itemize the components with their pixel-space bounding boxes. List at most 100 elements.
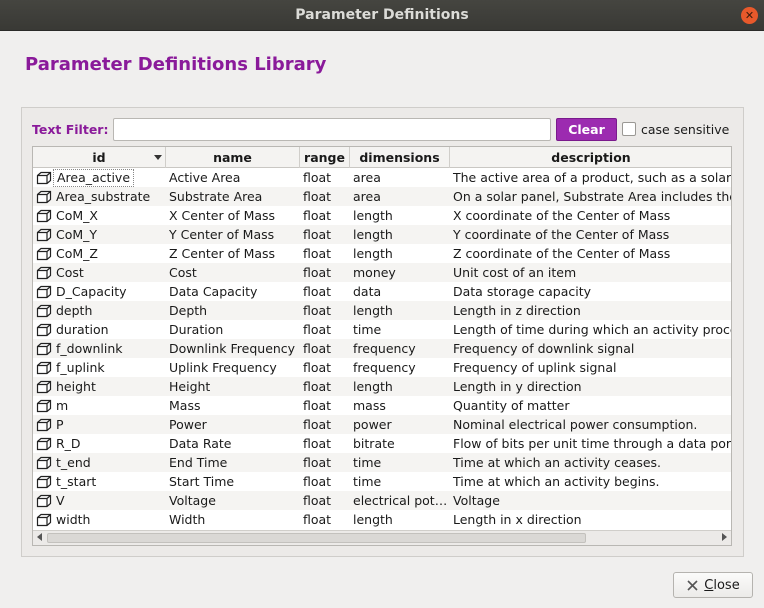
cell-description[interactable]: Length in y direction — [450, 377, 731, 396]
table-row[interactable]: m Mass float mass Quantity of matter — [33, 396, 731, 415]
cell-description[interactable]: X coordinate of the Center of Mass — [450, 206, 731, 225]
table-row[interactable]: depth Depth float length Length in z directi… — [33, 301, 731, 320]
cell-id[interactable]: P — [33, 415, 166, 434]
cell-range[interactable]: float — [300, 377, 350, 396]
column-header-range[interactable]: range — [300, 147, 350, 168]
parameter-table[interactable]: id name range dimensions description Are… — [32, 146, 732, 546]
table-row[interactable]: width Width float length Length in x directi… — [33, 510, 731, 529]
cell-dimensions[interactable]: frequency — [350, 339, 450, 358]
cell-description[interactable]: Frequency of downlink signal — [450, 339, 731, 358]
cell-range[interactable]: float — [300, 282, 350, 301]
cell-dimensions[interactable]: length — [350, 225, 450, 244]
cell-range[interactable]: float — [300, 244, 350, 263]
cell-name[interactable]: End Time — [166, 453, 300, 472]
cell-name[interactable]: Active Area — [166, 168, 300, 187]
cell-id[interactable]: D_Capacity — [33, 282, 166, 301]
cell-description[interactable]: Data storage capacity — [450, 282, 731, 301]
column-header-dimensions[interactable]: dimensions — [350, 147, 450, 168]
cell-range[interactable]: float — [300, 415, 350, 434]
cell-description[interactable]: Y coordinate of the Center of Mass — [450, 225, 731, 244]
cell-dimensions[interactable]: money — [350, 263, 450, 282]
cell-id[interactable]: Area_substrate — [33, 187, 166, 206]
cell-dimensions[interactable]: length — [350, 206, 450, 225]
cell-range[interactable]: float — [300, 472, 350, 491]
cell-range[interactable]: float — [300, 339, 350, 358]
cell-range[interactable]: float — [300, 168, 350, 187]
cell-id[interactable]: t_start — [33, 472, 166, 491]
cell-description[interactable]: Length in x direction — [450, 510, 731, 529]
cell-range[interactable]: float — [300, 187, 350, 206]
cell-range[interactable]: float — [300, 358, 350, 377]
cell-id[interactable]: depth — [33, 301, 166, 320]
table-row[interactable]: CoM_Y Y Center of Mass float length Y coordi… — [33, 225, 731, 244]
table-row[interactable]: R_D Data Rate float bitrate Flow of bits per… — [33, 434, 731, 453]
cell-name[interactable]: Cost — [166, 263, 300, 282]
cell-id[interactable]: CoM_Y — [33, 225, 166, 244]
cell-description[interactable]: Unit cost of an item — [450, 263, 731, 282]
table-row[interactable]: f_uplink Uplink Frequency float frequency Fr… — [33, 358, 731, 377]
cell-description[interactable]: Nominal electrical power consumption. — [450, 415, 731, 434]
cell-name[interactable]: Data Rate — [166, 434, 300, 453]
cell-name[interactable]: Z Center of Mass — [166, 244, 300, 263]
cell-id[interactable]: CoM_Z — [33, 244, 166, 263]
cell-id[interactable]: Area_active — [33, 168, 166, 187]
cell-range[interactable]: float — [300, 320, 350, 339]
cell-description[interactable]: Time at which an activity begins. — [450, 472, 731, 491]
cell-dimensions[interactable]: data — [350, 282, 450, 301]
cell-id[interactable]: m — [33, 396, 166, 415]
cell-name[interactable]: Data Capacity — [166, 282, 300, 301]
table-row[interactable]: height Height float length Length in y direc… — [33, 377, 731, 396]
cell-name[interactable]: Voltage — [166, 491, 300, 510]
cell-name[interactable]: X Center of Mass — [166, 206, 300, 225]
cell-range[interactable]: float — [300, 206, 350, 225]
cell-name[interactable]: Start Time — [166, 472, 300, 491]
column-header-description[interactable]: description — [450, 147, 731, 168]
cell-range[interactable]: float — [300, 453, 350, 472]
scroll-right-icon[interactable] — [722, 533, 727, 541]
cell-range[interactable]: float — [300, 263, 350, 282]
table-row[interactable]: Cost Cost float money Unit cost of an item — [33, 263, 731, 282]
close-icon[interactable]: ✕ — [741, 7, 758, 24]
cell-name[interactable]: Duration — [166, 320, 300, 339]
cell-dimensions[interactable]: length — [350, 244, 450, 263]
table-row[interactable]: Area_substrate Substrate Area float area On … — [33, 187, 731, 206]
table-row[interactable]: t_end End Time float time Time at which an a… — [33, 453, 731, 472]
cell-range[interactable]: float — [300, 491, 350, 510]
cell-name[interactable]: Width — [166, 510, 300, 529]
cell-description[interactable]: On a solar panel, Substrate Area include… — [450, 187, 731, 206]
cell-id[interactable]: duration — [33, 320, 166, 339]
cell-dimensions[interactable]: area — [350, 168, 450, 187]
cell-name[interactable]: Power — [166, 415, 300, 434]
horizontal-scrollbar[interactable] — [33, 530, 731, 545]
column-header-name[interactable]: name — [166, 147, 300, 168]
scrollbar-thumb[interactable] — [47, 533, 586, 543]
cell-dimensions[interactable]: bitrate — [350, 434, 450, 453]
cell-description[interactable]: Length of time during which an activity … — [450, 320, 731, 339]
table-row[interactable]: P Power float power Nominal electrical power… — [33, 415, 731, 434]
table-row[interactable]: CoM_Z Z Center of Mass float length Z coordi… — [33, 244, 731, 263]
table-row[interactable]: f_downlink Downlink Frequency float frequen… — [33, 339, 731, 358]
cell-id[interactable]: f_downlink — [33, 339, 166, 358]
cell-description[interactable]: Length in z direction — [450, 301, 731, 320]
table-row[interactable]: Area_active Active Area float area The activ… — [33, 168, 731, 187]
cell-range[interactable]: float — [300, 225, 350, 244]
cell-name[interactable]: Mass — [166, 396, 300, 415]
cell-dimensions[interactable]: power — [350, 415, 450, 434]
cell-range[interactable]: float — [300, 301, 350, 320]
cell-range[interactable]: float — [300, 434, 350, 453]
table-row[interactable]: CoM_X X Center of Mass float length X coordi… — [33, 206, 731, 225]
cell-description[interactable]: Time at which an activity ceases. — [450, 453, 731, 472]
cell-description[interactable]: Quantity of matter — [450, 396, 731, 415]
cell-id[interactable]: R_D — [33, 434, 166, 453]
cell-dimensions[interactable]: area — [350, 187, 450, 206]
cell-name[interactable]: Y Center of Mass — [166, 225, 300, 244]
table-row[interactable]: D_Capacity Data Capacity float data Data sto… — [33, 282, 731, 301]
cell-dimensions[interactable]: length — [350, 377, 450, 396]
cell-id[interactable]: height — [33, 377, 166, 396]
cell-name[interactable]: Depth — [166, 301, 300, 320]
cell-dimensions[interactable]: mass — [350, 396, 450, 415]
cell-range[interactable]: float — [300, 396, 350, 415]
cell-dimensions[interactable]: electrical pot… — [350, 491, 450, 510]
cell-id[interactable]: f_uplink — [33, 358, 166, 377]
cell-dimensions[interactable]: length — [350, 301, 450, 320]
